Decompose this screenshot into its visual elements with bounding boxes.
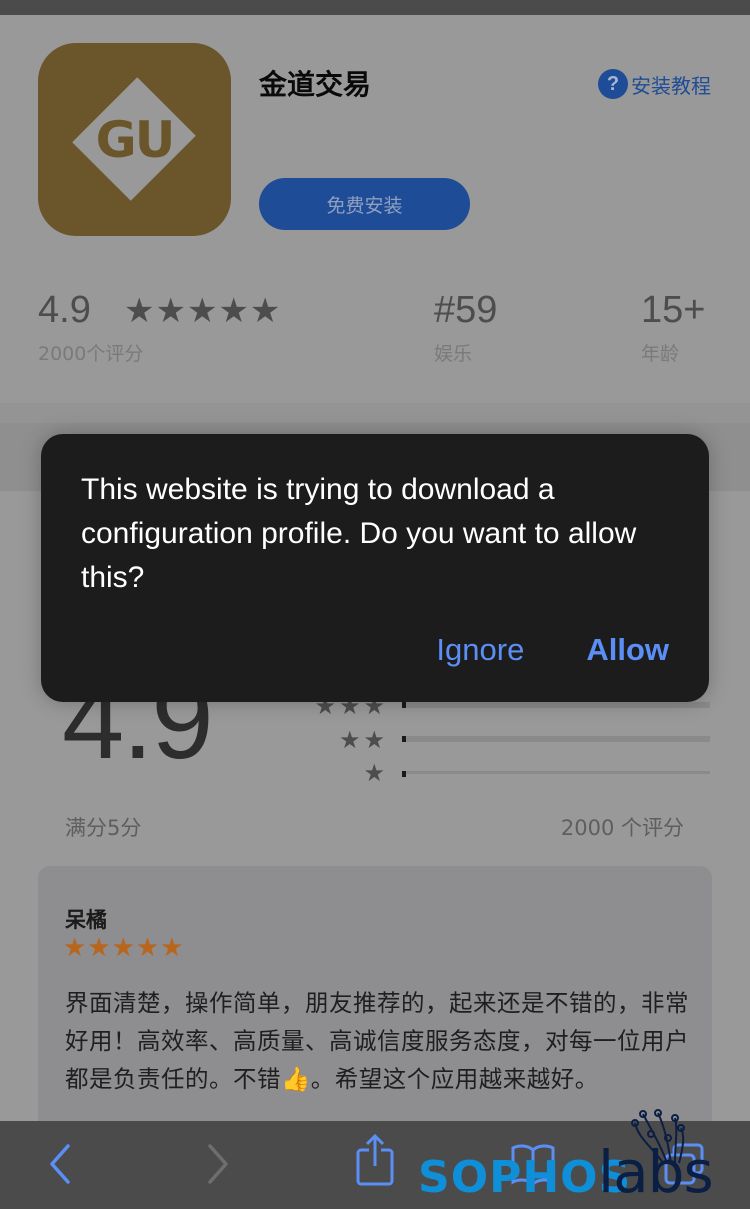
review-card[interactable]: 呆橘 ★★★★★ 界面清楚，操作简单，朋友推荐的，起来还是不错的，非常好用！高效… — [38, 866, 712, 1156]
total-ratings-label: 2000 个评分 — [560, 816, 684, 840]
histogram-bar — [402, 702, 710, 708]
forward-button[interactable] — [192, 1139, 242, 1189]
allow-button[interactable]: Allow — [586, 632, 669, 668]
out-of-label: 满分5分 — [65, 816, 142, 840]
status-bar — [0, 0, 750, 15]
app-icon: GU — [38, 43, 231, 236]
histogram-bar — [402, 736, 710, 742]
histogram-stars: ★★ — [338, 727, 388, 754]
histogram-row-2: ★★ — [300, 727, 710, 754]
histogram-bar — [402, 771, 710, 777]
chevron-right-icon — [208, 1144, 228, 1184]
histogram-fill — [402, 702, 406, 708]
rank-category: 娱乐 — [434, 343, 473, 365]
back-button[interactable] — [36, 1139, 86, 1189]
question-icon: ? — [598, 69, 628, 99]
review-stars: ★★★★★ — [63, 932, 185, 962]
histogram-stars: ★ — [363, 760, 388, 787]
tabs-button[interactable] — [660, 1139, 710, 1189]
alert-actions: Ignore Allow — [436, 632, 669, 668]
install-tutorial-label: 安装教程 — [631, 73, 711, 98]
review-body: 界面清楚，操作简单，朋友推荐的，起来还是不错的，非常好用！高效率、高质量、高诚信… — [65, 989, 689, 1093]
age-value: 15+ — [641, 289, 706, 331]
chevron-left-icon — [50, 1144, 70, 1184]
share-icon — [356, 1133, 394, 1186]
free-install-button[interactable]: 免费安装 — [259, 178, 470, 230]
histogram-fill — [402, 771, 406, 777]
app-title: 金道交易 — [259, 68, 372, 101]
rank-value: #59 — [434, 289, 498, 331]
browser-toolbar — [0, 1121, 750, 1209]
book-icon — [511, 1144, 555, 1186]
alert-message: This website is trying to download a con… — [81, 473, 637, 594]
rating-stars: ★★★★★ — [124, 292, 282, 330]
histogram-row-1: ★ — [300, 760, 710, 787]
install-tutorial-link[interactable]: ? 安装教程 — [598, 69, 711, 99]
rating-value: 4.9 — [38, 289, 91, 331]
tabs-icon — [664, 1143, 704, 1185]
ignore-button[interactable]: Ignore — [436, 632, 524, 668]
bookmarks-button[interactable] — [508, 1139, 558, 1189]
download-profile-alert: This website is trying to download a con… — [41, 434, 709, 702]
histogram-fill — [402, 736, 406, 742]
app-icon-logo-text: GU — [95, 110, 176, 169]
review-author: 呆橘 — [65, 908, 107, 932]
rating-count: 2000个评分 — [38, 343, 144, 365]
age-label: 年龄 — [641, 343, 680, 365]
share-button[interactable] — [350, 1133, 400, 1186]
